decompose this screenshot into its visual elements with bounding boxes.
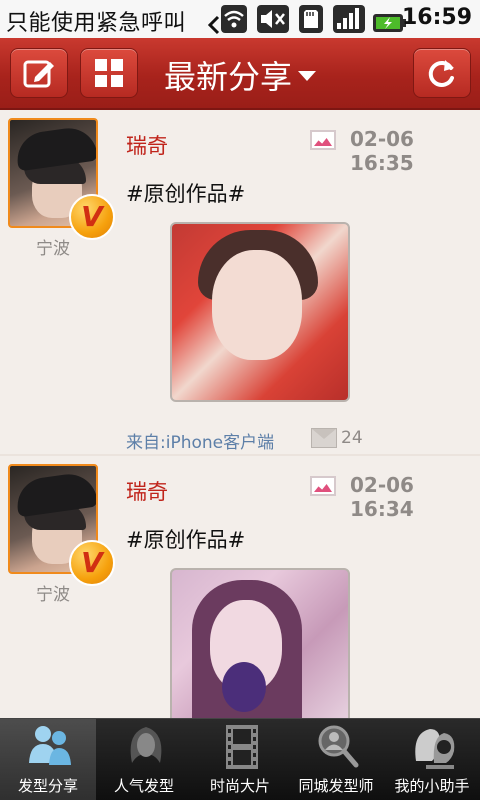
wifi-icon [221,5,247,33]
refresh-button[interactable] [413,48,471,98]
tab-label: 同城发型师 [298,777,374,795]
compose-button[interactable] [10,48,68,98]
comment-count: 24 [341,428,363,448]
username[interactable]: 瑞奇 [126,130,168,160]
chevron-down-icon [298,71,316,81]
feed-selector[interactable]: 最新分享 [120,52,360,98]
feed-post[interactable]: V 宁波 瑞奇 02-06 16:34 #原创作品# [0,456,480,718]
bottom-tab-bar: 发型分享 人气发型 时尚大片 同城发型师 我的小助手 [0,718,480,800]
feed-post[interactable]: V 宁波 瑞奇 02-06 16:35 #原创作品# 来自:iPhone客户端 … [0,110,480,456]
post-text: #原创作品# [126,528,246,552]
tab-label: 我的小助手 [394,777,470,795]
sdcard-icon [299,5,323,33]
notification-arrow-icon [208,15,220,35]
page-title: 最新分享 [163,58,292,96]
user-city: 宁波 [36,585,70,605]
image-icon [310,130,336,150]
users-icon [29,726,71,765]
tab-local-stylists[interactable]: 同城发型师 [288,719,384,800]
tab-my-assistant[interactable]: 我的小助手 [384,719,480,800]
post-source: 来自:iPhone客户端 [126,433,275,453]
title-bar: 最新分享 [0,38,480,110]
status-notification: 只能使用紧急呼叫 [6,11,187,36]
tab-label: 人气发型 [113,777,174,795]
feed-list[interactable]: V 宁波 瑞奇 02-06 16:35 #原创作品# 来自:iPhone客户端 … [0,110,480,718]
hair-head-icon [130,727,162,763]
tab-label: 时尚大片 [209,777,270,795]
tab-fashion-films[interactable]: 时尚大片 [192,719,288,800]
tab-popular-styles[interactable]: 人气发型 [96,719,192,800]
image-icon [310,476,336,496]
post-time: 02-06 16:35 [350,127,414,175]
username[interactable]: 瑞奇 [126,476,168,506]
user-city: 宁波 [36,239,70,259]
assistant-icon [415,729,455,769]
film-strip-icon [226,725,258,769]
status-bar: 只能使用紧急呼叫 16:59 [0,0,480,38]
compose-icon [23,60,54,88]
search-person-icon [318,725,359,768]
post-text: #原创作品# [126,182,246,206]
mute-icon [257,5,289,33]
tab-hairstyle-share[interactable]: 发型分享 [0,719,96,800]
clock: 16:59 [401,5,472,30]
refresh-icon [428,60,454,87]
signal-icon [333,5,365,33]
comment-icon [311,428,337,448]
tab-label: 发型分享 [17,777,78,795]
battery-icon [373,14,406,32]
post-photo[interactable] [170,568,350,718]
post-time: 02-06 16:34 [350,473,414,521]
post-photo[interactable] [170,222,350,402]
